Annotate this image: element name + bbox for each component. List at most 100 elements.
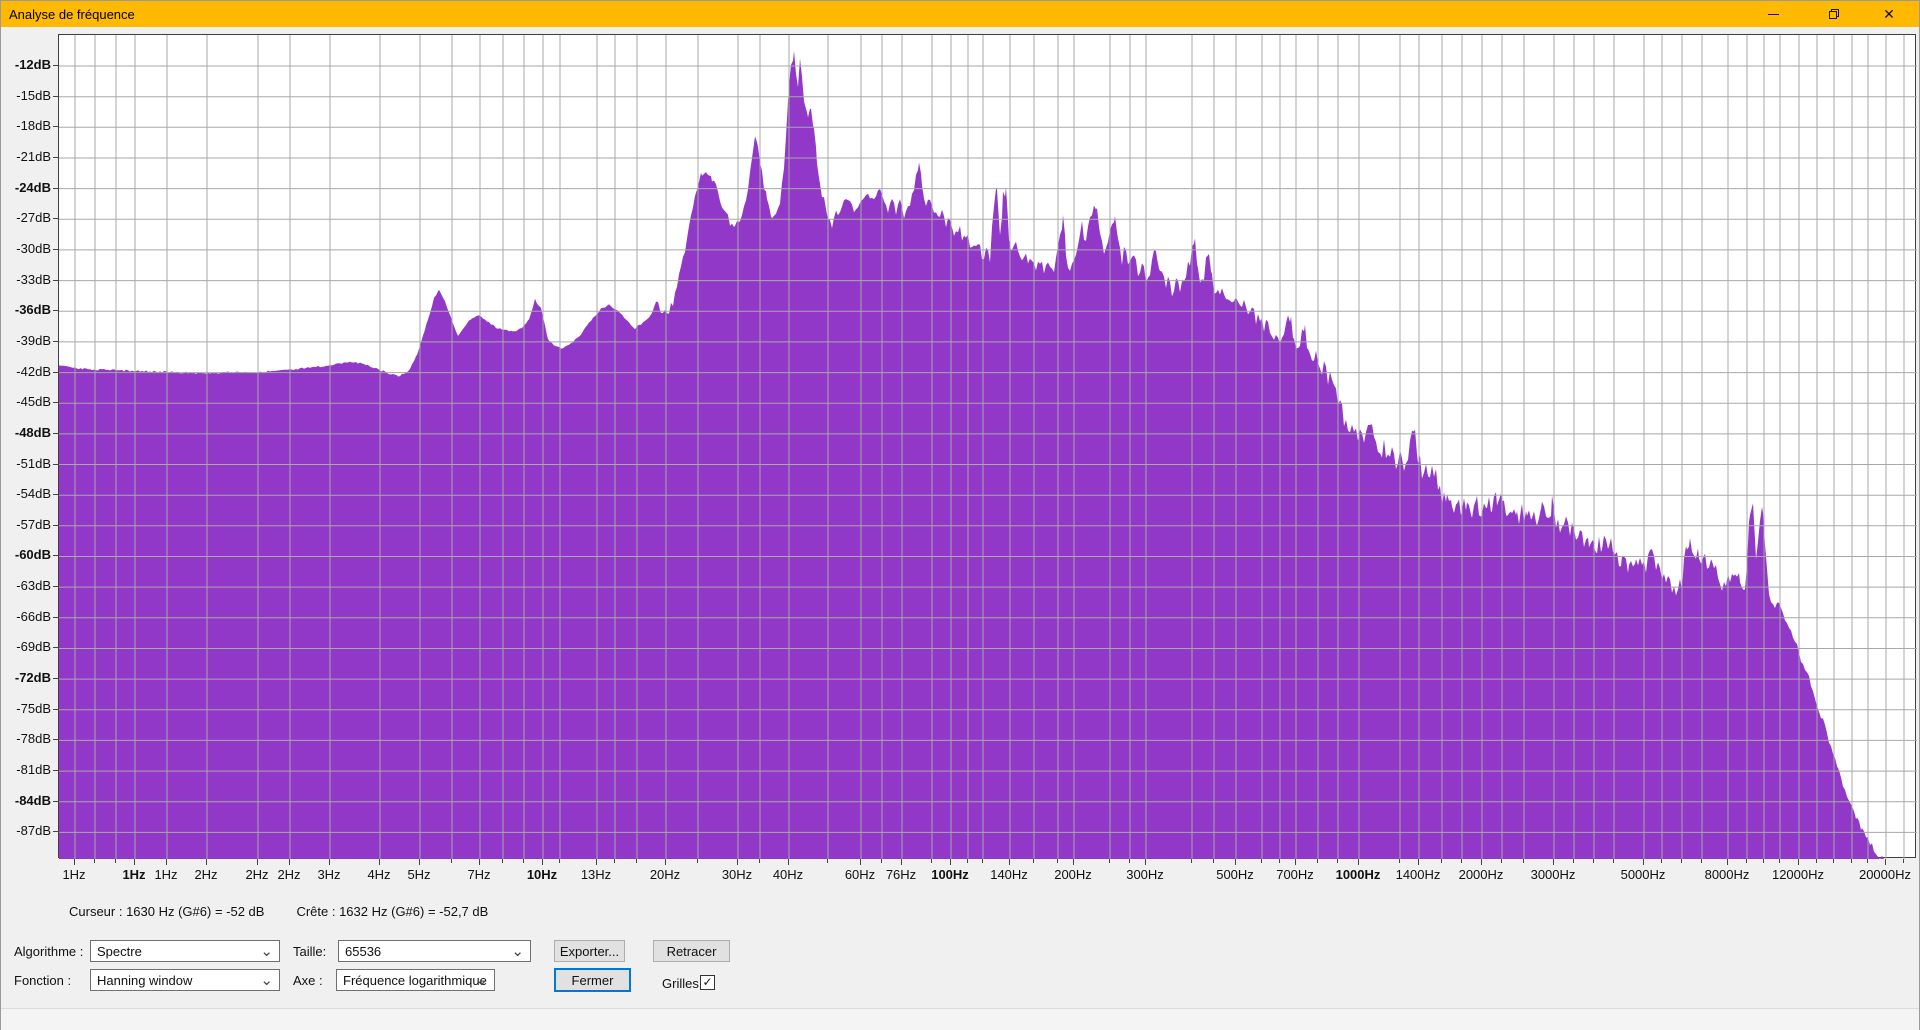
x-axis-label: 500Hz bbox=[1216, 867, 1254, 882]
x-axis-tick bbox=[134, 859, 135, 865]
y-axis-label: -57dB bbox=[16, 516, 51, 532]
y-axis-label: -42dB bbox=[16, 363, 51, 379]
x-axis-tick bbox=[74, 859, 75, 865]
x-axis-minor-tick bbox=[1261, 859, 1262, 863]
x-axis-minor-tick bbox=[115, 859, 116, 863]
y-axis-tick bbox=[53, 831, 58, 833]
x-axis-label: 1Hz bbox=[122, 867, 146, 882]
x-axis-minor-tick bbox=[1033, 859, 1034, 863]
function-value: Hanning window bbox=[97, 972, 193, 988]
x-axis-minor-tick bbox=[759, 859, 760, 863]
x-axis-minor-tick bbox=[1763, 859, 1764, 863]
x-axis-label: 8000Hz bbox=[1704, 867, 1750, 882]
axis-value: Fréquence logarithmique bbox=[343, 972, 487, 988]
x-axis-minor-tick bbox=[523, 859, 524, 863]
x-axis-minor-tick bbox=[697, 859, 698, 863]
x-axis-tick bbox=[1481, 859, 1482, 865]
x-axis-minor-tick bbox=[1681, 859, 1682, 863]
x-axis-tick bbox=[665, 859, 666, 865]
restore-icon bbox=[1829, 9, 1839, 19]
y-axis-label: -66dB bbox=[16, 608, 51, 624]
y-axis-tick bbox=[53, 586, 58, 588]
spectrum-plot[interactable] bbox=[58, 34, 1917, 859]
y-axis-label: -18dB bbox=[16, 118, 51, 134]
restore-button[interactable] bbox=[1811, 1, 1857, 27]
x-axis-tick bbox=[1145, 859, 1146, 865]
x-axis-label: 1400Hz bbox=[1395, 867, 1441, 882]
x-axis-label: 3Hz bbox=[317, 867, 341, 882]
y-axis-tick bbox=[53, 678, 58, 680]
x-axis-minor-tick bbox=[1701, 859, 1702, 863]
y-axis-label: -84dB bbox=[14, 792, 51, 808]
x-axis-label: 1Hz bbox=[62, 867, 86, 882]
status-line: Curseur : 1630 Hz (G#6) = -52 dB Crête : … bbox=[69, 904, 488, 919]
x-axis-tick bbox=[257, 859, 258, 865]
chevron-down-icon: ⌄ bbox=[475, 972, 488, 989]
x-axis-minor-tick bbox=[1191, 859, 1192, 863]
bottom-status-strip bbox=[1, 1008, 1919, 1030]
x-axis-label: 40Hz bbox=[772, 867, 804, 882]
peak-readout: Crête : 1632 Hz (G#6) = -52,7 dB bbox=[296, 904, 489, 919]
y-axis-tick bbox=[53, 95, 58, 97]
x-axis-label: 300Hz bbox=[1126, 867, 1164, 882]
x-axis-tick bbox=[479, 859, 480, 865]
function-dropdown[interactable]: Hanning window ⌄ bbox=[90, 969, 280, 991]
x-axis-tick bbox=[1418, 859, 1419, 865]
close-window-button[interactable]: ✕ bbox=[1866, 1, 1912, 27]
minimize-button[interactable] bbox=[1750, 1, 1796, 27]
y-axis-tick bbox=[53, 524, 58, 526]
y-axis-tick bbox=[53, 126, 58, 128]
x-axis-label: 2Hz bbox=[277, 867, 301, 882]
x-axis-minor-tick bbox=[1746, 859, 1747, 863]
x-axis-minor-tick bbox=[1279, 859, 1280, 863]
x-axis-label: 2000Hz bbox=[1458, 867, 1504, 882]
y-axis-tick bbox=[53, 770, 58, 772]
y-axis-label: -27dB bbox=[16, 210, 51, 226]
x-axis-minor-tick bbox=[502, 859, 503, 863]
x-axis-tick bbox=[596, 859, 597, 865]
x-axis-minor-tick bbox=[94, 859, 95, 863]
axis-dropdown[interactable]: Fréquence logarithmique ⌄ bbox=[336, 969, 495, 991]
algorithm-dropdown[interactable]: Spectre ⌄ bbox=[90, 940, 280, 962]
x-axis-tick bbox=[1235, 859, 1236, 865]
export-button[interactable]: Exporter... bbox=[554, 940, 625, 962]
y-axis-tick bbox=[53, 248, 58, 250]
x-axis-label: 20Hz bbox=[649, 867, 681, 882]
y-axis-tick bbox=[53, 494, 58, 496]
x-axis-minor-tick bbox=[1399, 859, 1400, 863]
chevron-down-icon: ⌄ bbox=[260, 972, 273, 989]
grids-checkbox[interactable]: ✓ bbox=[700, 975, 715, 990]
close-icon: ✕ bbox=[1883, 6, 1895, 22]
x-axis-minor-tick bbox=[931, 859, 932, 863]
x-axis-tick bbox=[329, 859, 330, 865]
cursor-readout: Curseur : 1630 Hz (G#6) = -52 dB bbox=[69, 904, 265, 919]
x-axis-minor-tick bbox=[1779, 859, 1780, 863]
y-axis-label: -60dB bbox=[14, 547, 51, 563]
y-axis-label: -72dB bbox=[14, 670, 51, 686]
x-axis-tick bbox=[1727, 859, 1728, 865]
check-icon: ✓ bbox=[702, 975, 713, 989]
x-axis-minor-tick bbox=[451, 859, 452, 863]
x-axis-minor-tick bbox=[1593, 859, 1594, 863]
x-axis-minor-tick bbox=[614, 859, 615, 863]
x-axis-minor-tick bbox=[1867, 859, 1868, 863]
y-axis-tick bbox=[53, 187, 58, 189]
y-axis-label: -48dB bbox=[14, 424, 51, 440]
x-axis-minor-tick bbox=[1129, 859, 1130, 863]
x-axis-label: 30Hz bbox=[721, 867, 753, 882]
y-axis-label: -24dB bbox=[14, 179, 51, 195]
y-axis-tick bbox=[53, 371, 58, 373]
size-dropdown[interactable]: 65536 ⌄ bbox=[338, 940, 531, 962]
y-axis-label: -87dB bbox=[16, 823, 51, 839]
x-axis-label: 1000Hz bbox=[1335, 867, 1381, 882]
x-axis-minor-tick bbox=[967, 859, 968, 863]
spectrum-svg bbox=[59, 35, 1917, 859]
x-axis-tick bbox=[901, 859, 902, 865]
replot-button[interactable]: Retracer bbox=[653, 940, 730, 962]
y-axis-label: -33dB bbox=[16, 271, 51, 287]
x-axis-tick bbox=[206, 859, 207, 865]
y-axis-label: -45dB bbox=[16, 394, 51, 410]
close-button[interactable]: Fermer bbox=[554, 968, 631, 992]
x-axis-minor-tick bbox=[827, 859, 828, 863]
y-axis-label: -39dB bbox=[16, 332, 51, 348]
